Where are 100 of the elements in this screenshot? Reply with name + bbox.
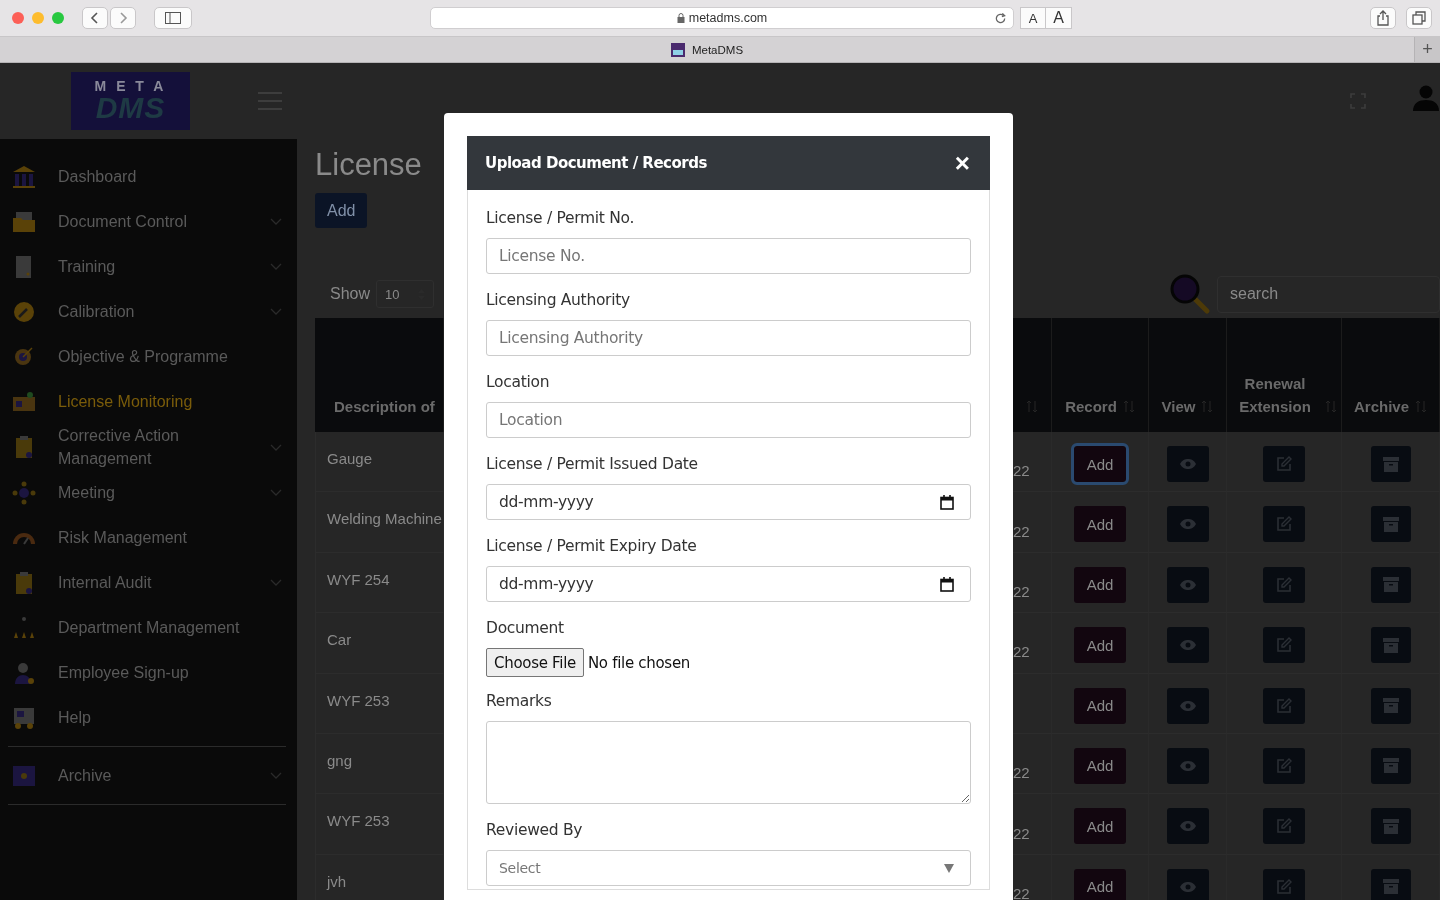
input-field[interactable]: Licensing Authority [486, 320, 971, 356]
sidebar-item[interactable]: Risk Management [0, 515, 297, 560]
archive-box-icon [1382, 698, 1399, 714]
sort-icon[interactable] [1325, 400, 1337, 413]
edit-button[interactable] [1263, 506, 1305, 543]
record-add-button[interactable]: Add [1074, 868, 1126, 900]
sidebar-item[interactable]: Document Control [0, 199, 297, 244]
sort-icon[interactable] [1122, 400, 1135, 413]
input-field[interactable]: Location [486, 402, 971, 438]
address-bar[interactable]: metadms.com [430, 7, 1014, 29]
sort-icon[interactable] [1201, 400, 1214, 413]
page-title: License [315, 147, 422, 183]
zoom-window-button[interactable] [52, 12, 64, 24]
archive-button[interactable] [1370, 446, 1411, 482]
record-add-button[interactable]: Add [1074, 808, 1126, 845]
sidebar-item[interactable]: License Monitoring [0, 379, 297, 424]
minimize-window-button[interactable] [32, 12, 44, 24]
column-header[interactable]: Description of [315, 318, 444, 432]
people-icon [12, 615, 36, 640]
choose-file-button[interactable]: Choose File [486, 648, 584, 677]
edit-button[interactable] [1263, 627, 1305, 664]
view-button[interactable] [1166, 627, 1209, 664]
new-tab-button[interactable]: + [1414, 37, 1440, 62]
view-button[interactable] [1166, 506, 1209, 543]
close-window-button[interactable] [12, 12, 24, 24]
table-cell: Car [327, 631, 352, 649]
archive-box-icon [1382, 818, 1399, 834]
column-header[interactable]: Record [1052, 318, 1149, 432]
sidebar-item[interactable]: Department Management [0, 605, 297, 650]
column-header[interactable]: Archive [1342, 318, 1440, 432]
column-label: View [1161, 397, 1196, 417]
view-button[interactable] [1166, 446, 1209, 482]
record-add-button[interactable]: Add [1074, 747, 1126, 784]
view-button[interactable] [1166, 687, 1209, 724]
forward-button[interactable] [110, 7, 136, 29]
record-add-button[interactable]: Add [1074, 506, 1126, 543]
user-icon[interactable] [1412, 85, 1440, 111]
edit-button[interactable] [1263, 687, 1305, 724]
date-field[interactable]: dd-mm-yyyy [486, 484, 971, 520]
sort-icon[interactable] [1026, 400, 1038, 413]
sidebar-item[interactable]: Internal Audit [0, 560, 297, 605]
sidebar-item[interactable]: Training [0, 244, 297, 289]
column-header[interactable]: Renewal Extension [1227, 318, 1342, 432]
archive-button[interactable] [1370, 627, 1411, 664]
search-field[interactable]: search [1217, 275, 1440, 313]
view-button[interactable] [1166, 747, 1209, 784]
input-field[interactable]: License No. [486, 238, 971, 274]
archive-button[interactable] [1370, 506, 1411, 543]
edit-button[interactable] [1263, 566, 1305, 603]
archive-button[interactable] [1370, 808, 1411, 845]
add-button[interactable]: Add [315, 193, 368, 228]
archive-button[interactable] [1370, 747, 1411, 784]
date-field[interactable]: dd-mm-yyyy [486, 566, 971, 602]
view-button[interactable] [1166, 868, 1209, 900]
edit-button[interactable] [1263, 446, 1305, 482]
view-button[interactable] [1166, 566, 1209, 603]
sidebar-item[interactable]: Employee Sign-up [0, 650, 297, 695]
sidebar-item[interactable]: Dashboard [0, 154, 297, 199]
page-size-select[interactable]: 10 [376, 280, 435, 308]
text-size-button[interactable]: A [1020, 7, 1046, 29]
record-add-button[interactable]: Add [1074, 446, 1126, 482]
text-size-button[interactable]: A [1046, 7, 1072, 29]
table-cell: WYF 253 [327, 691, 390, 709]
edit-button[interactable] [1263, 747, 1305, 784]
reload-icon[interactable] [994, 12, 1007, 25]
sidebar-item[interactable]: Corrective Action Management [0, 424, 297, 470]
select-field[interactable]: Select [486, 850, 971, 886]
column-header[interactable]: View [1149, 318, 1227, 432]
share-button[interactable] [1370, 7, 1396, 29]
edit-button[interactable] [1263, 808, 1305, 845]
close-button[interactable]: × [952, 150, 972, 176]
sidebar-item[interactable]: Help [0, 695, 297, 740]
tabs-overview-button[interactable] [1406, 7, 1432, 29]
column-label: Renewal Extension [1238, 374, 1312, 417]
archive-button[interactable] [1370, 566, 1411, 603]
sort-icon[interactable] [1415, 400, 1427, 413]
archive-button[interactable] [1370, 687, 1411, 724]
calendar-icon[interactable] [940, 576, 954, 592]
record-add-button[interactable]: Add [1074, 566, 1126, 603]
edit-button[interactable] [1263, 868, 1305, 900]
text-area[interactable] [486, 721, 971, 804]
browser-tab[interactable]: MetaDMS [0, 42, 1414, 57]
column-header[interactable] [1013, 318, 1052, 432]
eye-icon [1178, 578, 1197, 591]
sidebar-toggle-button[interactable] [154, 7, 192, 29]
sidebar-item[interactable]: Calibration [0, 289, 297, 334]
edit-icon [1276, 818, 1292, 835]
back-button[interactable] [82, 7, 108, 29]
sidebar-item[interactable]: Objective & Programme [0, 334, 297, 379]
record-add-button[interactable]: Add [1074, 687, 1126, 724]
eye-icon [1178, 458, 1197, 470]
sidebar-item[interactable]: Meeting [0, 470, 297, 515]
table-cell: 22 [1013, 552, 1052, 614]
record-add-button[interactable]: Add [1074, 627, 1126, 664]
sidebar-item[interactable]: Archive [0, 753, 297, 798]
view-button[interactable] [1166, 808, 1209, 845]
archive-button[interactable] [1370, 868, 1411, 900]
eye-icon [1178, 880, 1197, 893]
edit-icon [1276, 637, 1292, 654]
calendar-icon[interactable] [940, 494, 954, 510]
